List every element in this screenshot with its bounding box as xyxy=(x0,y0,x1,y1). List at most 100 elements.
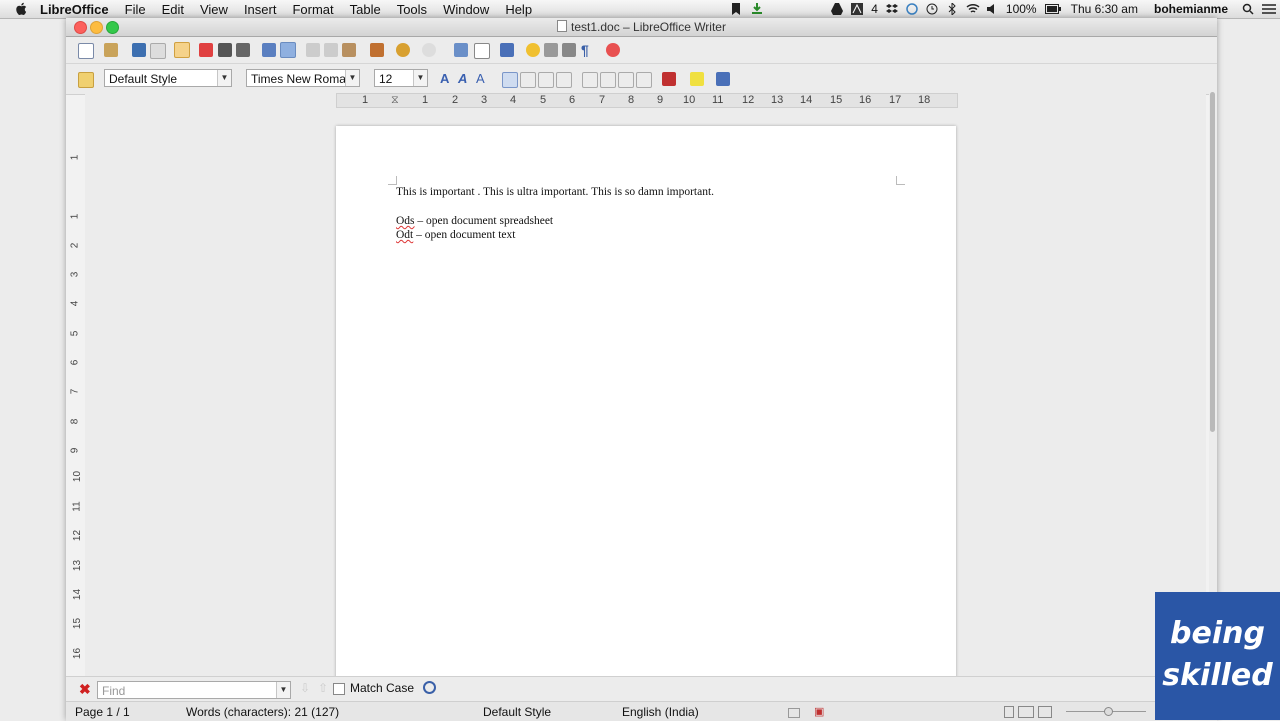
paragraph[interactable]: Ods – open document spreadsheet xyxy=(396,215,553,227)
table-icon[interactable] xyxy=(474,43,490,59)
italic-icon[interactable]: A xyxy=(458,72,472,86)
menu-insert[interactable]: Insert xyxy=(236,2,285,17)
sync-icon[interactable] xyxy=(906,3,918,15)
time-machine-icon[interactable] xyxy=(926,3,938,15)
styles-formatting-icon[interactable] xyxy=(78,72,94,88)
print-preview-icon[interactable] xyxy=(236,43,250,57)
new-document-icon[interactable] xyxy=(78,43,94,59)
chevron-down-icon[interactable]: ▼ xyxy=(345,70,359,86)
spellcheck-icon[interactable] xyxy=(262,43,276,57)
formatting-marks-icon[interactable]: ¶ xyxy=(581,43,595,57)
drive-icon[interactable] xyxy=(831,3,844,15)
menu-app-name[interactable]: LibreOffice xyxy=(36,2,117,17)
multi-page-view-icon[interactable] xyxy=(1018,706,1034,718)
chevron-down-icon[interactable]: ▼ xyxy=(413,70,427,86)
book-view-icon[interactable] xyxy=(1038,706,1052,718)
indent-marker-icon[interactable]: ⧖ xyxy=(391,94,399,107)
user-name[interactable]: bohemianme xyxy=(1154,2,1228,16)
decrease-indent-icon[interactable] xyxy=(618,72,634,88)
bullets-icon[interactable] xyxy=(600,72,616,88)
paragraph[interactable]: This is important . This is ultra import… xyxy=(396,186,714,198)
word-count[interactable]: Words (characters): 21 (127) xyxy=(186,705,339,719)
document-page[interactable]: This is important . This is ultra import… xyxy=(336,126,956,686)
menu-file[interactable]: File xyxy=(117,2,154,17)
chevron-down-icon[interactable]: ▼ xyxy=(217,70,231,86)
volume-icon[interactable] xyxy=(986,3,998,15)
show-draw-functions-icon[interactable] xyxy=(500,43,514,57)
spotlight-icon[interactable] xyxy=(1242,3,1254,15)
hyperlink-icon[interactable] xyxy=(454,43,468,57)
underline-icon[interactable]: A xyxy=(476,72,490,86)
dropbox-icon[interactable] xyxy=(885,3,898,15)
scrollbar-thumb[interactable] xyxy=(1210,92,1215,432)
email-icon[interactable] xyxy=(150,43,166,59)
open-icon[interactable] xyxy=(104,43,118,57)
notification-center-icon[interactable] xyxy=(1262,3,1276,15)
print-icon[interactable] xyxy=(218,43,232,57)
gallery-icon[interactable] xyxy=(544,43,558,57)
menu-table[interactable]: Table xyxy=(342,2,389,17)
chevron-down-icon[interactable]: ▼ xyxy=(276,682,290,698)
menu-help[interactable]: Help xyxy=(497,2,540,17)
menu-edit[interactable]: Edit xyxy=(154,2,192,17)
clone-formatting-icon[interactable] xyxy=(370,43,384,57)
align-right-icon[interactable] xyxy=(538,72,554,88)
autospellcheck-icon[interactable] xyxy=(280,42,296,58)
adobe-icon[interactable] xyxy=(851,3,864,15)
align-center-icon[interactable] xyxy=(520,72,536,88)
misspelled-word[interactable]: Odt xyxy=(396,229,413,241)
align-left-icon[interactable] xyxy=(502,72,518,88)
find-input[interactable]: Find ▼ xyxy=(97,681,291,699)
edit-mode-icon[interactable] xyxy=(174,42,190,58)
find-previous-icon[interactable]: ⇧ xyxy=(318,681,328,695)
copy-icon[interactable] xyxy=(324,43,338,57)
navigator-icon[interactable] xyxy=(526,43,540,57)
document-modified-icon[interactable]: ▣ xyxy=(814,705,824,718)
highlighting-icon[interactable] xyxy=(690,72,704,86)
page-style[interactable]: Default Style xyxy=(483,705,551,719)
match-case-label[interactable]: Match Case xyxy=(350,681,414,695)
single-page-view-icon[interactable] xyxy=(1004,706,1014,718)
vertical-ruler[interactable]: 1 1 2 3 4 5 6 7 8 9 10 11 12 13 14 15 16 xyxy=(69,128,84,688)
paragraph-style-select[interactable]: Default Style ▼ xyxy=(104,69,232,87)
numbering-icon[interactable] xyxy=(582,72,598,88)
language[interactable]: English (India) xyxy=(622,705,699,719)
menu-window[interactable]: Window xyxy=(435,2,497,17)
increase-indent-icon[interactable] xyxy=(636,72,652,88)
cut-icon[interactable] xyxy=(306,43,320,57)
font-size-select[interactable]: 12 ▼ xyxy=(374,69,428,87)
font-color-icon[interactable] xyxy=(662,72,676,86)
clock[interactable]: Thu 6:30 am xyxy=(1071,2,1138,16)
match-case-checkbox[interactable] xyxy=(333,683,345,695)
justify-icon[interactable] xyxy=(556,72,572,88)
data-sources-icon[interactable] xyxy=(562,43,576,57)
menu-tools[interactable]: Tools xyxy=(389,2,435,17)
apple-icon[interactable] xyxy=(14,2,28,16)
undo-icon[interactable] xyxy=(396,43,410,57)
redo-icon[interactable] xyxy=(422,43,436,57)
bookmark-icon[interactable] xyxy=(731,3,743,15)
zoom-slider-thumb[interactable] xyxy=(1104,707,1113,716)
find-next-icon[interactable]: ⇩ xyxy=(300,681,310,695)
close-icon[interactable]: ✖ xyxy=(79,681,91,698)
export-pdf-icon[interactable] xyxy=(199,43,213,57)
save-icon[interactable] xyxy=(132,43,146,57)
bold-icon[interactable]: A xyxy=(440,72,454,86)
font-name-select[interactable]: Times New Roman ▼ xyxy=(246,69,360,87)
misspelled-word[interactable]: Ods xyxy=(396,215,415,227)
horizontal-ruler[interactable]: 1 ⧖ 1 2 3 4 5 6 7 8 9 10 11 12 13 14 15 … xyxy=(336,93,958,108)
paragraph[interactable]: Odt – open document text xyxy=(396,229,515,241)
background-color-icon[interactable] xyxy=(716,72,730,86)
menu-format[interactable]: Format xyxy=(284,2,341,17)
page-count[interactable]: Page 1 / 1 xyxy=(75,705,130,719)
wifi-icon[interactable] xyxy=(966,3,980,15)
paste-icon[interactable] xyxy=(342,43,356,57)
find-replace-icon[interactable] xyxy=(423,681,436,694)
help-icon[interactable] xyxy=(606,43,620,57)
menu-view[interactable]: View xyxy=(192,2,236,17)
battery-icon[interactable] xyxy=(1044,3,1061,15)
window-titlebar[interactable]: test1.doc – LibreOffice Writer xyxy=(66,18,1217,37)
bluetooth-icon[interactable] xyxy=(946,1,958,17)
download-icon[interactable] xyxy=(751,3,763,15)
selection-mode-icon[interactable] xyxy=(788,708,800,718)
